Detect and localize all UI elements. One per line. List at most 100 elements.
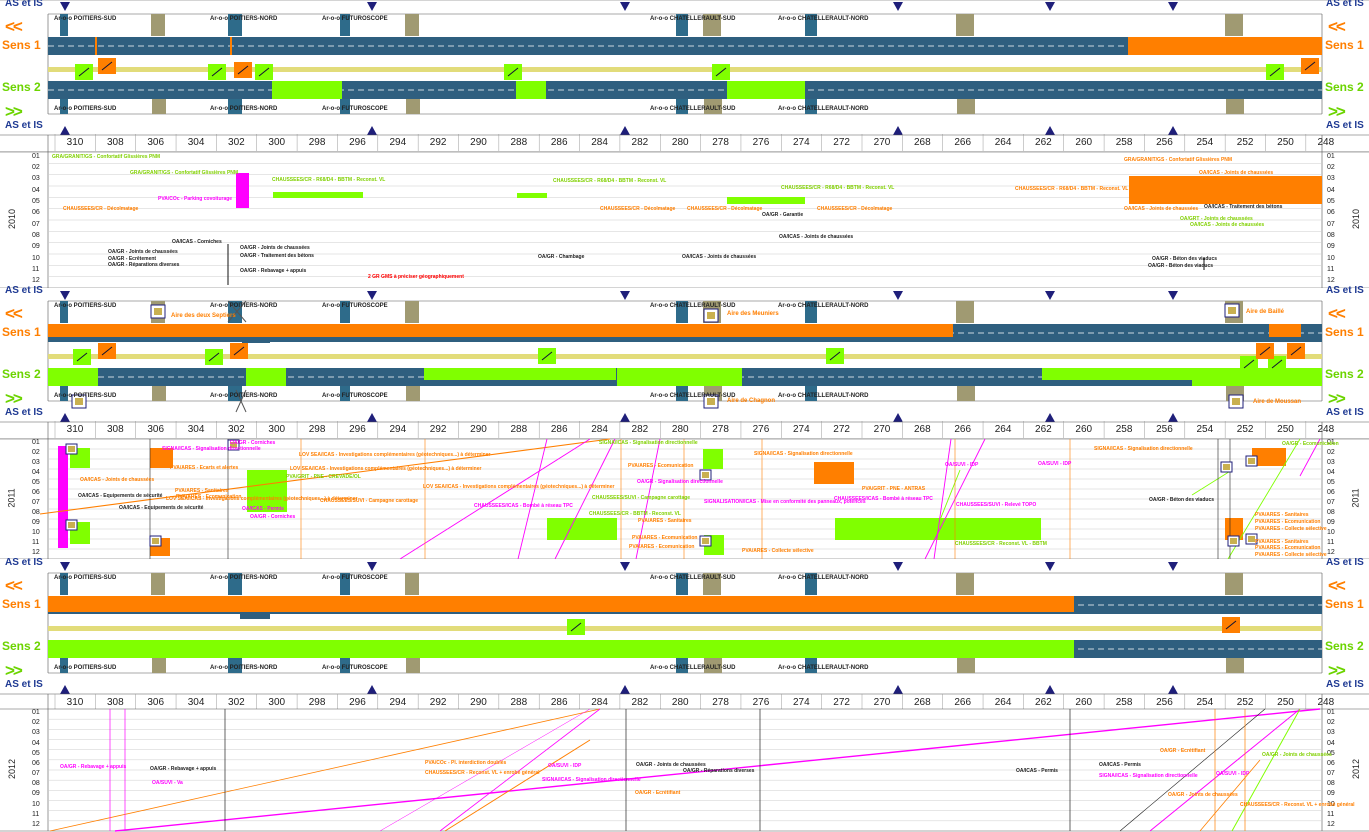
- scale-tick-label: 288: [510, 697, 528, 708]
- month-label-left: 10: [32, 254, 40, 262]
- month-label-right: 07: [1327, 220, 1335, 228]
- month-label-left: 01: [32, 439, 40, 446]
- scale-tick-label: 270: [873, 697, 891, 708]
- pk-marker-up-icon: [60, 126, 70, 135]
- month-label-left: 02: [32, 449, 40, 456]
- scale-tick-label: 296: [349, 424, 366, 435]
- work-annotation: OA/SUVI - IDP: [1038, 461, 1072, 467]
- sens-1-label-left: Sens 1: [2, 597, 41, 611]
- area-name: Aire de Moussan: [1253, 399, 1302, 405]
- interchange-name: Ar-o-o FUTUROSCOPE: [322, 393, 388, 399]
- work-annotation: PVA/GRIT - PNE - ANTRAS: [862, 486, 926, 492]
- scale-tick-label: 300: [268, 697, 286, 708]
- scale-tick-label: 282: [631, 137, 649, 148]
- area-name: Aire des deux Septiers: [171, 313, 236, 319]
- month-label-right: 11: [1327, 539, 1335, 546]
- works-block: [48, 324, 953, 337]
- interchange-name: Ar-o-o FUTUROSCOPE: [322, 665, 388, 671]
- scale-tick-label: 280: [671, 424, 689, 435]
- asis-label-left: AS et IS: [5, 679, 43, 690]
- scale-tick-label: 280: [671, 137, 689, 148]
- scale-tick-label: 292: [429, 697, 447, 708]
- work-annotation: PVA/ARES - Ecomunication: [1255, 545, 1321, 551]
- work-annotation: OA/ICAS - Traitement des bétons: [1204, 204, 1283, 210]
- scale-tick-label: 250: [1277, 697, 1294, 708]
- scale-tick-label: 296: [349, 137, 366, 148]
- interchange-name: Ar-o-o CHATELLERAULT-SUD: [650, 575, 736, 581]
- interchange-name: Ar-o-o CHATELLERAULT-NORD: [778, 393, 869, 399]
- work-annotation: PVA/ARES - Collecte sélective: [1255, 552, 1327, 558]
- month-label-left: 02: [32, 164, 40, 171]
- scale-tick-label: 258: [1115, 697, 1133, 708]
- month-label-left: 09: [32, 519, 40, 526]
- works-block: [230, 37, 232, 55]
- work-annotation: OA/GR - Ecrétifiant: [1160, 748, 1206, 754]
- asis-label-right: AS et IS: [1326, 557, 1364, 568]
- interchange-name: Ar-o-o POITIERS-NORD: [210, 575, 278, 581]
- rest-area-marker: [151, 14, 165, 36]
- month-label-left: 09: [32, 243, 40, 251]
- work-annotation: CHAUSSEES/CR - Décolmatage: [817, 206, 893, 212]
- works-bar: [273, 192, 363, 198]
- rest-area-marker: [151, 573, 165, 595]
- scale-tick-label: 292: [429, 424, 447, 435]
- scale-tick-label: 252: [1236, 137, 1254, 148]
- rest-area-marker: [1225, 573, 1243, 595]
- scale-tick-label: 260: [1075, 137, 1093, 148]
- area-icon-symbol: [1228, 307, 1236, 314]
- sens-1-label-right: Sens 1: [1325, 325, 1364, 339]
- work-annotation: OA/SUVI - Va: [152, 780, 183, 786]
- scale-tick-label: 282: [631, 424, 649, 435]
- work-annotation: PVA/ARES - Ecomunication: [629, 544, 695, 550]
- area-icon-symbol: [75, 398, 83, 405]
- month-label-right: 03: [1327, 459, 1335, 466]
- month-label-right: 06: [1327, 759, 1335, 767]
- month-label-left: 10: [32, 529, 40, 536]
- scale-tick-label: 254: [1196, 697, 1214, 708]
- rest-area-marker: [1225, 14, 1243, 36]
- work-annotation: CHAUSSEES/CR - R68/D4 - BBTM - Reconst. …: [1015, 186, 1129, 192]
- work-annotation: PVA/COc - Parking covoiturage: [158, 196, 233, 202]
- scale-tick-label: 308: [107, 697, 124, 708]
- interchange-name: Ar-o-o FUTUROSCOPE: [322, 575, 388, 581]
- area-name: Aire des Meuniers: [727, 311, 779, 317]
- scale-tick-label: 304: [187, 697, 205, 708]
- works-block: [1042, 368, 1192, 380]
- works-block: [240, 613, 270, 619]
- interchange-name: Ar-o-o POITIERS-NORD: [210, 393, 278, 399]
- month-label-left: 04: [32, 469, 40, 476]
- asis-label-right: AS et IS: [1326, 0, 1364, 9]
- sens-2-label-right: Sens 2: [1325, 367, 1364, 381]
- year-label-left: 2012: [7, 758, 18, 780]
- work-annotation: OA/GR - Ecomunication: [1282, 441, 1339, 447]
- scale-tick-label: 286: [550, 137, 568, 148]
- pk-marker-up-icon: [60, 685, 70, 694]
- month-label-left: 04: [32, 739, 40, 747]
- asis-label-right: AS et IS: [1326, 285, 1364, 296]
- work-annotation: CHAUSSEES/SUVI - Campagne carottage: [592, 495, 691, 501]
- month-label-right: 08: [1327, 232, 1335, 239]
- rest-area-marker: [405, 301, 419, 323]
- area-icon-symbol: [1223, 464, 1230, 470]
- area-icon-symbol: [152, 538, 159, 544]
- scale-tick-label: 302: [228, 137, 245, 148]
- work-annotation: CHAUSSEES/SUVI - Relevé TOPO: [956, 502, 1037, 508]
- work-annotation: OA/GR - Chambage: [538, 254, 585, 260]
- scale-tick-label: 284: [591, 137, 608, 148]
- scale-tick-label: 298: [308, 137, 326, 148]
- work-annotation: OA/ICAS - Permis: [1016, 768, 1058, 774]
- scale-tick-label: 280: [671, 697, 689, 708]
- work-annotation: OA/SUVI - IDP: [548, 763, 582, 769]
- scale-tick-label: 252: [1236, 697, 1254, 708]
- work-annotation: OA/GR - Béton des viaducs: [1149, 497, 1215, 503]
- month-label-right: 05: [1327, 479, 1335, 486]
- month-label-left: 08: [32, 780, 40, 788]
- interchange-name: Ar-o-o CHATELLERAULT-NORD: [778, 575, 869, 581]
- scale-tick-label: 258: [1115, 137, 1133, 148]
- area-icon-symbol: [702, 538, 709, 544]
- left-arrows-icon: <<: [5, 576, 23, 595]
- works-block: [48, 368, 98, 386]
- pk-marker-up-icon: [620, 685, 630, 694]
- interchange-name: Ar-o-o CHATELLERAULT-NORD: [778, 303, 869, 309]
- scale-tick-label: 264: [994, 697, 1012, 708]
